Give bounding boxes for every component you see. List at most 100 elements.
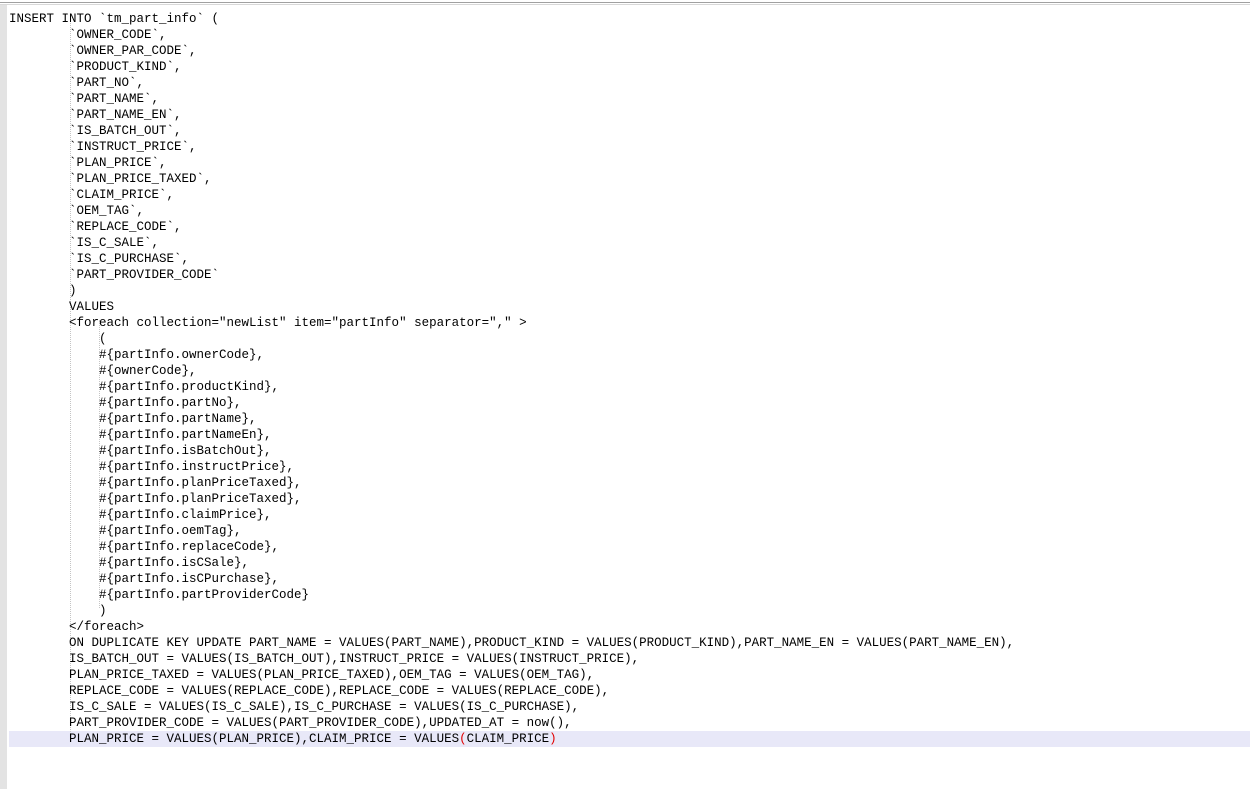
- code-text-run: `PLAN_PRICE`,: [9, 156, 167, 170]
- code-line[interactable]: VALUES: [9, 299, 1014, 315]
- code-line[interactable]: #{partInfo.partName},: [9, 411, 1014, 427]
- code-line[interactable]: `PART_NAME_EN`,: [9, 107, 1014, 123]
- code-line[interactable]: #{partInfo.planPriceTaxed},: [9, 491, 1014, 507]
- code-line[interactable]: #{partInfo.productKind},: [9, 379, 1014, 395]
- code-text-run: `PLAN_PRICE_TAXED`,: [9, 172, 212, 186]
- code-line[interactable]: #{partInfo.replaceCode},: [9, 539, 1014, 555]
- code-text-run: PLAN_PRICE_TAXED = VALUES(PLAN_PRICE_TAX…: [9, 668, 595, 682]
- code-text-run: `IS_C_PURCHASE`,: [9, 252, 190, 266]
- code-text-run: #{partInfo.claimPrice},: [9, 508, 272, 522]
- code-line[interactable]: `INSTRUCT_PRICE`,: [9, 139, 1014, 155]
- code-line[interactable]: #{partInfo.claimPrice},: [9, 507, 1014, 523]
- code-line[interactable]: `OEM_TAG`,: [9, 203, 1014, 219]
- code-line[interactable]: PLAN_PRICE_TAXED = VALUES(PLAN_PRICE_TAX…: [9, 667, 1014, 683]
- code-text-run: INSERT INTO `tm_part_info` (: [9, 12, 220, 26]
- code-line[interactable]: #{partInfo.oemTag},: [9, 523, 1014, 539]
- code-text-run: ): [9, 604, 107, 618]
- matched-bracket: (: [459, 732, 467, 746]
- code-text-run: VALUES: [9, 300, 115, 314]
- code-line[interactable]: `PART_NAME`,: [9, 91, 1014, 107]
- code-line[interactable]: `PLAN_PRICE`,: [9, 155, 1014, 171]
- code-line[interactable]: #{partInfo.ownerCode},: [9, 347, 1014, 363]
- code-text-run: #{partInfo.partName},: [9, 412, 257, 426]
- code-text-run: #{ownerCode},: [9, 364, 197, 378]
- code-line[interactable]: #{partInfo.instructPrice},: [9, 459, 1014, 475]
- code-line[interactable]: ): [9, 603, 1014, 619]
- code-line[interactable]: <foreach collection="newList" item="part…: [9, 315, 1014, 331]
- code-text-run: <foreach collection="newList" item="part…: [9, 316, 527, 330]
- code-line[interactable]: #{partInfo.partNo},: [9, 395, 1014, 411]
- code-line[interactable]: </foreach>: [9, 619, 1014, 635]
- code-text-run: #{partInfo.replaceCode},: [9, 540, 280, 554]
- code-surface[interactable]: INSERT INTO `tm_part_info` ( `OWNER_CODE…: [9, 5, 1250, 789]
- code-text-run: `PART_PROVIDER_CODE`: [9, 268, 220, 282]
- code-text-run: `PART_NO`,: [9, 76, 145, 90]
- code-line[interactable]: `PART_PROVIDER_CODE`: [9, 267, 1014, 283]
- code-text-run: `OWNER_PAR_CODE`,: [9, 44, 197, 58]
- code-text-run: `PART_NAME_EN`,: [9, 108, 182, 122]
- code-text-run: ): [9, 284, 77, 298]
- code-line[interactable]: `PRODUCT_KIND`,: [9, 59, 1014, 75]
- code-text-run: #{partInfo.partProviderCode}: [9, 588, 310, 602]
- code-text-run: REPLACE_CODE = VALUES(REPLACE_CODE),REPL…: [9, 684, 610, 698]
- editor-top-divider: [0, 0, 1250, 3]
- code-line[interactable]: #{ownerCode},: [9, 363, 1014, 379]
- code-text-run: IS_C_SALE = VALUES(IS_C_SALE),IS_C_PURCH…: [9, 700, 580, 714]
- code-text-run: `IS_BATCH_OUT`,: [9, 124, 182, 138]
- code-line[interactable]: PART_PROVIDER_CODE = VALUES(PART_PROVIDE…: [9, 715, 1014, 731]
- code-text-run: `REPLACE_CODE`,: [9, 220, 182, 234]
- code-text-run: `OEM_TAG`,: [9, 204, 145, 218]
- code-line[interactable]: INSERT INTO `tm_part_info` (: [9, 11, 1014, 27]
- code-text-run: #{partInfo.ownerCode},: [9, 348, 265, 362]
- code-text-run: #{partInfo.productKind},: [9, 380, 280, 394]
- code-line[interactable]: `IS_C_PURCHASE`,: [9, 251, 1014, 267]
- code-line[interactable]: #{partInfo.isBatchOut},: [9, 443, 1014, 459]
- code-line[interactable]: (: [9, 331, 1014, 347]
- code-text-run: ON DUPLICATE KEY UPDATE PART_NAME = VALU…: [9, 636, 1015, 650]
- code-line[interactable]: `REPLACE_CODE`,: [9, 219, 1014, 235]
- code-line[interactable]: #{partInfo.isCSale},: [9, 555, 1014, 571]
- code-text-run: #{partInfo.partNo},: [9, 396, 242, 410]
- code-text-run: #{partInfo.instructPrice},: [9, 460, 295, 474]
- code-text-run: #{partInfo.oemTag},: [9, 524, 242, 538]
- code-text-run: `IS_C_SALE`,: [9, 236, 160, 250]
- code-line[interactable]: `OWNER_CODE`,: [9, 27, 1014, 43]
- code-line[interactable]: #{partInfo.partProviderCode}: [9, 587, 1014, 603]
- editor-line-gutter[interactable]: [0, 5, 8, 789]
- matched-bracket: ): [549, 732, 557, 746]
- code-line[interactable]: IS_C_SALE = VALUES(IS_C_SALE),IS_C_PURCH…: [9, 699, 1014, 715]
- code-line[interactable]: ON DUPLICATE KEY UPDATE PART_NAME = VALU…: [9, 635, 1014, 651]
- code-line[interactable]: `IS_C_SALE`,: [9, 235, 1014, 251]
- code-line[interactable]: ): [9, 283, 1014, 299]
- code-editor-window: INSERT INTO `tm_part_info` ( `OWNER_CODE…: [0, 0, 1250, 789]
- code-line[interactable]: `IS_BATCH_OUT`,: [9, 123, 1014, 139]
- code-line[interactable]: `OWNER_PAR_CODE`,: [9, 43, 1014, 59]
- code-text-run: #{partInfo.isBatchOut},: [9, 444, 272, 458]
- code-text-run: #{partInfo.planPriceTaxed},: [9, 476, 302, 490]
- code-line[interactable]: REPLACE_CODE = VALUES(REPLACE_CODE),REPL…: [9, 683, 1014, 699]
- code-line[interactable]: #{partInfo.planPriceTaxed},: [9, 475, 1014, 491]
- code-line[interactable]: `PLAN_PRICE_TAXED`,: [9, 171, 1014, 187]
- code-text-run: (: [9, 332, 107, 346]
- code-text-run: #{partInfo.isCSale},: [9, 556, 250, 570]
- code-line[interactable]: `CLAIM_PRICE`,: [9, 187, 1014, 203]
- code-text-run: IS_BATCH_OUT = VALUES(IS_BATCH_OUT),INST…: [9, 652, 640, 666]
- code-line[interactable]: IS_BATCH_OUT = VALUES(IS_BATCH_OUT),INST…: [9, 651, 1014, 667]
- code-text-run: #{partInfo.planPriceTaxed},: [9, 492, 302, 506]
- code-line[interactable]: `PART_NO`,: [9, 75, 1014, 91]
- code-text-run: `INSTRUCT_PRICE`,: [9, 140, 197, 154]
- code-text-run: PLAN_PRICE = VALUES(PLAN_PRICE),CLAIM_PR…: [9, 732, 460, 746]
- code-line[interactable]: #{partInfo.isCPurchase},: [9, 571, 1014, 587]
- code-line[interactable]: #{partInfo.partNameEn},: [9, 427, 1014, 443]
- code-text-layer[interactable]: INSERT INTO `tm_part_info` ( `OWNER_CODE…: [9, 11, 1014, 747]
- code-text-run: PART_PROVIDER_CODE = VALUES(PART_PROVIDE…: [9, 716, 572, 730]
- code-text-run: `PRODUCT_KIND`,: [9, 60, 182, 74]
- code-text-run: `PART_NAME`,: [9, 92, 160, 106]
- code-text-run: `CLAIM_PRICE`,: [9, 188, 175, 202]
- code-text-run: </foreach>: [9, 620, 145, 634]
- code-line[interactable]: PLAN_PRICE = VALUES(PLAN_PRICE),CLAIM_PR…: [9, 731, 1014, 747]
- code-text-run: `OWNER_CODE`,: [9, 28, 167, 42]
- code-text-run: #{partInfo.isCPurchase},: [9, 572, 280, 586]
- code-text-run: #{partInfo.partNameEn},: [9, 428, 272, 442]
- code-text-run: CLAIM_PRICE: [466, 732, 550, 746]
